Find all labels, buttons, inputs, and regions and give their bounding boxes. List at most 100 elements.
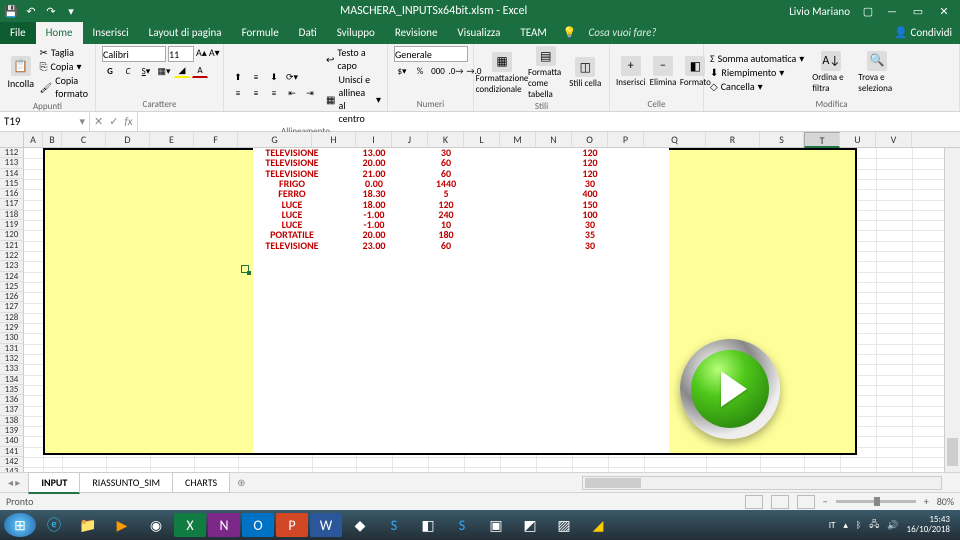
col-header-A[interactable]: A	[24, 132, 43, 147]
italic-button[interactable]: C	[120, 64, 136, 78]
ribbon-options-icon[interactable]: ▢	[856, 5, 880, 18]
copia-formato-button[interactable]: 🖌 Copia formato	[40, 74, 89, 100]
align-top-icon[interactable]: ⬆	[230, 71, 246, 85]
border-button[interactable]: ▦▾	[156, 64, 172, 78]
worksheet-grid[interactable]: ABCDEFGHIJKLMNOPQRSTUV 11211311411511611…	[0, 132, 960, 472]
zoom-out-button[interactable]: −	[823, 495, 828, 508]
save-icon[interactable]: 💾	[4, 4, 18, 18]
tell-me-input[interactable]: Cosa vuoi fare?	[582, 22, 662, 44]
col-header-C[interactable]: C	[62, 132, 106, 147]
zoom-slider[interactable]	[836, 500, 916, 503]
close-button[interactable]: ✕	[932, 2, 956, 20]
inc-decimal-icon[interactable]: .0→	[448, 64, 464, 78]
qat-dropdown-icon[interactable]: ▾	[64, 4, 78, 18]
add-sheet-button[interactable]: ⊕	[229, 476, 253, 489]
riempi-button[interactable]: ⬇ Riempimento ▾	[710, 66, 804, 79]
col-header-S[interactable]: S	[760, 132, 804, 147]
col-header-U[interactable]: U	[840, 132, 876, 147]
cell-G121[interactable]: TELEVISIONE	[238, 241, 346, 251]
cell-K121[interactable]: 60	[428, 241, 464, 251]
trova-button[interactable]: 🔍Trova e seleziona	[858, 51, 896, 94]
cell-styles-button[interactable]: ◫Stili cella	[568, 57, 604, 89]
bold-button[interactable]: G	[102, 64, 118, 78]
vertical-scrollbar[interactable]	[944, 148, 960, 472]
col-header-Q[interactable]: Q	[644, 132, 706, 147]
cancel-icon[interactable]: ✕	[94, 115, 103, 128]
orientation-icon[interactable]: ⟳▾	[284, 71, 300, 85]
align-middle-icon[interactable]: ≡	[248, 71, 264, 85]
taskbar-excel-icon[interactable]: X	[174, 513, 206, 537]
taskbar-ie-icon[interactable]: ⓔ	[38, 513, 70, 537]
taskbar-chrome-icon[interactable]: ◉	[140, 513, 172, 537]
zoom-value[interactable]: 80%	[937, 495, 954, 508]
taskbar-app1-icon[interactable]: ◆	[344, 513, 376, 537]
font-select[interactable]	[102, 46, 166, 62]
tab-formule[interactable]: Formule	[232, 22, 289, 44]
formula-input[interactable]	[138, 112, 960, 131]
col-header-O[interactable]: O	[572, 132, 608, 147]
tray-net-icon[interactable]: 🖧	[869, 517, 879, 533]
align-bottom-icon[interactable]: ⬇	[266, 71, 282, 85]
user-name[interactable]: Livio Mariano	[789, 5, 850, 18]
somma-button[interactable]: Σ Somma automatica ▾	[710, 52, 804, 65]
cond-format-button[interactable]: ▦Formattazione condizionale	[480, 52, 524, 95]
view-normal-button[interactable]	[745, 495, 763, 509]
tray-up-icon[interactable]: ▴	[843, 520, 848, 531]
indent-dec-icon[interactable]: ⇤	[284, 87, 300, 101]
tab-sviluppo[interactable]: Sviluppo	[327, 22, 385, 44]
undo-icon[interactable]: ↶	[24, 4, 38, 18]
percent-icon[interactable]: %	[412, 64, 428, 78]
taskbar-app2-icon[interactable]: ◧	[412, 513, 444, 537]
align-right-icon[interactable]: ≡	[266, 87, 282, 101]
tray-lang[interactable]: IT	[829, 520, 836, 531]
col-header-E[interactable]: E	[150, 132, 194, 147]
taglia-button[interactable]: ✂ Taglia	[40, 46, 89, 59]
elimina-button[interactable]: −Elimina	[650, 56, 677, 88]
taskbar-skype2-icon[interactable]: S	[446, 513, 478, 537]
taskbar-powerpoint-icon[interactable]: P	[276, 513, 308, 537]
col-header-G[interactable]: G	[238, 132, 312, 147]
cell-O121[interactable]: 30	[572, 241, 608, 251]
sheet-tab-charts[interactable]: CHARTS	[172, 472, 230, 493]
tab-dati[interactable]: Dati	[289, 22, 327, 44]
col-header-P[interactable]: P	[608, 132, 644, 147]
align-center-icon[interactable]: ≡	[248, 87, 264, 101]
col-header-I[interactable]: I	[356, 132, 392, 147]
cell-I121[interactable]: 23.00	[356, 241, 392, 251]
tab-layout[interactable]: Layout di pagina	[139, 22, 232, 44]
minimize-button[interactable]: —	[880, 2, 904, 20]
wrap-text-button[interactable]: ↩ Testo a capo	[326, 46, 381, 72]
tray-clock[interactable]: 15:4316/10/2018	[907, 515, 950, 535]
col-header-D[interactable]: D	[106, 132, 150, 147]
tab-revisione[interactable]: Revisione	[385, 22, 448, 44]
col-header-V[interactable]: V	[876, 132, 912, 147]
row-header-143[interactable]: 143	[0, 467, 24, 472]
size-select[interactable]	[168, 46, 194, 62]
taskbar-onenote-icon[interactable]: N	[208, 513, 240, 537]
taskbar-skype1-icon[interactable]: S	[378, 513, 410, 537]
row-header-133[interactable]: 133	[0, 364, 24, 374]
col-header-J[interactable]: J	[392, 132, 428, 147]
hscroll-thumb[interactable]	[585, 478, 641, 488]
taskbar-outlook-icon[interactable]: O	[242, 513, 274, 537]
thousands-icon[interactable]: 000	[430, 64, 446, 78]
view-break-button[interactable]	[797, 495, 815, 509]
name-box[interactable]: T19▾	[0, 112, 90, 131]
tab-inserisci[interactable]: Inserisci	[83, 22, 139, 44]
ordina-button[interactable]: A↓Ordina e filtra	[812, 51, 850, 94]
col-header-F[interactable]: F	[194, 132, 238, 147]
taskbar-app6-icon[interactable]: ◢	[582, 513, 614, 537]
start-button[interactable]: ⊞	[4, 513, 36, 537]
sheet-tab-input[interactable]: INPUT	[28, 472, 80, 494]
maximize-button[interactable]: ▭	[906, 2, 930, 20]
underline-button[interactable]: S▾	[138, 64, 154, 78]
name-box-dropdown-icon[interactable]: ▾	[79, 115, 85, 128]
col-header-L[interactable]: L	[464, 132, 500, 147]
indent-inc-icon[interactable]: ⇥	[302, 87, 318, 101]
tab-home[interactable]: Home	[36, 22, 83, 44]
shrink-font-icon[interactable]: A▾	[209, 46, 220, 62]
horizontal-scrollbar[interactable]	[582, 476, 942, 490]
inserisci-button[interactable]: +Inserisci	[616, 56, 646, 88]
share-button[interactable]: 👤 Condividi	[886, 22, 960, 44]
col-header-H[interactable]: H	[312, 132, 356, 147]
